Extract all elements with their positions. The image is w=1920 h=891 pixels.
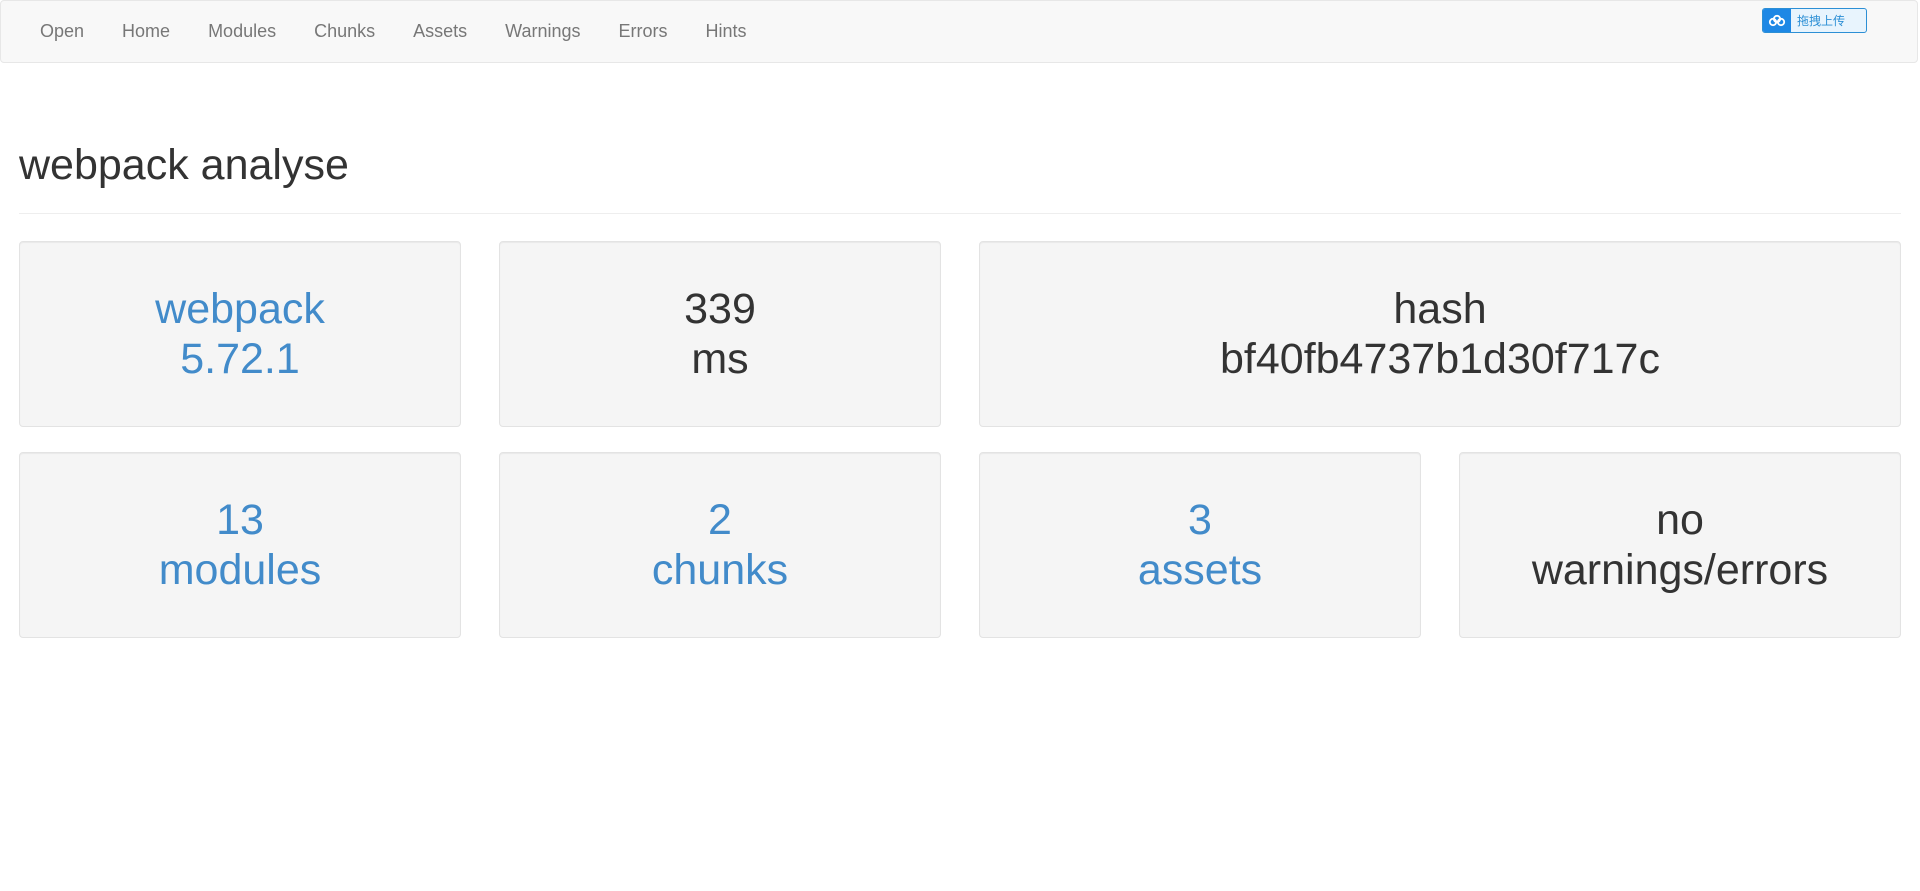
cloud-icon	[1763, 9, 1791, 32]
webpack-version-card[interactable]: webpack 5.72.1	[19, 241, 461, 427]
drag-upload-label: 拖拽上传	[1797, 14, 1846, 28]
chunks-card[interactable]: 2 chunks	[499, 452, 941, 638]
nav-list: Open Home Modules Chunks Assets Warnings…	[1, 1, 1917, 62]
page-title: webpack analyse	[19, 141, 349, 189]
nav-item: Chunks	[295, 0, 394, 63]
warnings-errors-card: no warnings/errors	[1459, 452, 1901, 638]
nav-item: Errors	[600, 0, 687, 63]
nav-item: Warnings	[486, 0, 599, 63]
modules-card[interactable]: 13 modules	[19, 452, 461, 638]
warnings-errors-label: warnings/errors	[1531, 546, 1829, 594]
assets-label: assets	[1137, 546, 1263, 594]
top-navbar: Open Home Modules Chunks Assets Warnings…	[0, 0, 1918, 63]
webpack-version: 5.72.1	[180, 335, 300, 383]
assets-card[interactable]: 3 assets	[979, 452, 1421, 638]
nav-item: Hints	[687, 0, 766, 63]
chunks-label: chunks	[651, 546, 789, 594]
nav-item: Modules	[189, 0, 295, 63]
modules-count: 13	[216, 496, 264, 544]
chunks-count: 2	[708, 496, 732, 544]
webpack-label: webpack	[155, 285, 325, 333]
hash-label: hash	[1393, 285, 1487, 333]
nav-item: Assets	[394, 0, 486, 63]
nav-assets-link[interactable]: Assets	[394, 0, 486, 63]
nav-chunks-link[interactable]: Chunks	[295, 0, 394, 63]
nav-item: Home	[103, 0, 189, 63]
drag-upload-button[interactable]: 拖拽上传	[1762, 8, 1867, 33]
nav-item: Open	[21, 0, 103, 63]
nav-modules-link[interactable]: Modules	[189, 0, 295, 63]
nav-hints-link[interactable]: Hints	[687, 0, 766, 63]
build-time-card: 339 ms	[499, 241, 941, 427]
assets-count: 3	[1188, 496, 1212, 544]
nav-open-link[interactable]: Open	[21, 0, 103, 63]
build-time-value: 339	[684, 285, 756, 333]
nav-warnings-link[interactable]: Warnings	[486, 0, 599, 63]
nav-errors-link[interactable]: Errors	[600, 0, 687, 63]
hash-value: bf40fb4737b1d30f717c	[1220, 335, 1660, 383]
title-divider	[19, 213, 1901, 214]
build-time-unit: ms	[691, 335, 749, 383]
nav-home-link[interactable]: Home	[103, 0, 189, 63]
warnings-errors-count: no	[1656, 496, 1704, 544]
hash-card: hash bf40fb4737b1d30f717c	[979, 241, 1901, 427]
modules-label: modules	[158, 546, 322, 594]
